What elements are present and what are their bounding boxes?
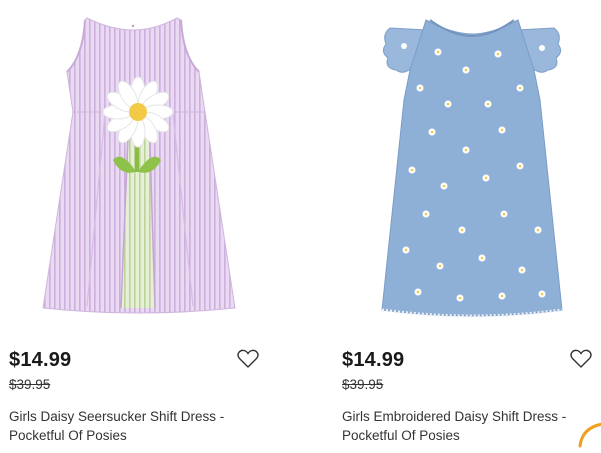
heart-outline-icon (570, 349, 592, 368)
heart-outline-icon (237, 349, 259, 368)
wishlist-button[interactable] (237, 349, 259, 369)
lavender-dress-image (42, 17, 236, 314)
denim-dress-image (381, 19, 563, 318)
sale-price: $14.99 (342, 349, 405, 371)
sale-price: $14.99 (9, 349, 72, 371)
product-card[interactable]: $14.99 $39.95 Girls Daisy Seersucker Shi… (9, 0, 269, 446)
loading-spinner-icon (576, 418, 601, 448)
product-title-link[interactable]: Girls Embroidered Daisy Shift Dress - Po… (342, 407, 592, 445)
product-grid: $14.99 $39.95 Girls Daisy Seersucker Shi… (0, 0, 601, 448)
original-price: $39.95 (342, 377, 384, 392)
original-price: $39.95 (9, 377, 51, 392)
product-image[interactable] (342, 0, 601, 330)
product-title-link[interactable]: Girls Daisy Seersucker Shift Dress - Poc… (9, 407, 259, 445)
wishlist-button[interactable] (570, 349, 592, 369)
product-card[interactable]: $14.99 $39.95 Girls Embroidered Daisy Sh… (342, 0, 601, 446)
product-image[interactable] (9, 0, 269, 330)
